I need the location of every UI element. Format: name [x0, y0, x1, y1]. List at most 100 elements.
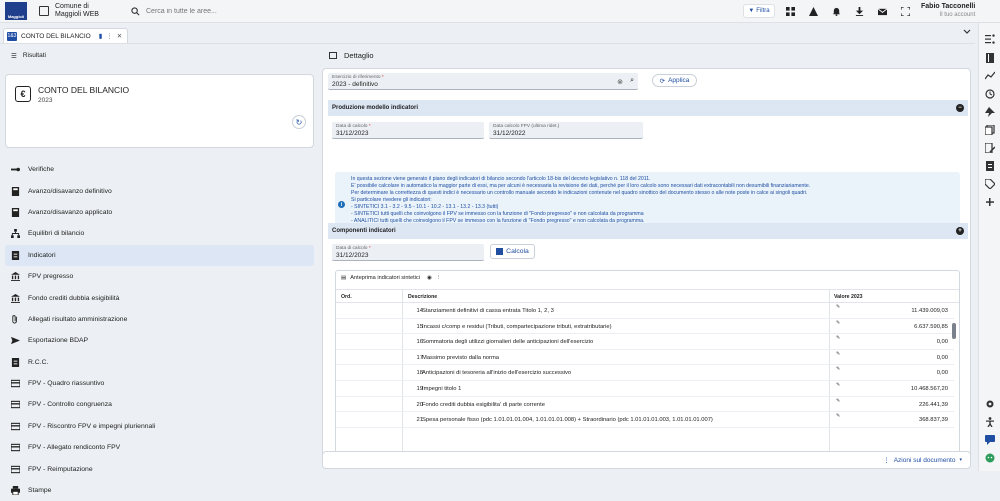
apps-grid-button[interactable]: [782, 4, 798, 18]
menu-item-label: Verifiche: [28, 166, 55, 174]
refresh-button[interactable]: ↻: [292, 115, 306, 129]
pencil-icon[interactable]: ✎: [836, 304, 840, 310]
edit-doc-icon[interactable]: [984, 142, 996, 154]
menu-item-13[interactable]: FPV - Allegato rendiconto FPV: [5, 437, 314, 458]
col-desc[interactable]: Descrizione: [408, 294, 437, 300]
book-icon[interactable]: [985, 53, 995, 63]
menu-item-3[interactable]: Equilibri di bilancio: [5, 223, 314, 244]
calculator-icon: [11, 207, 20, 217]
applica-label: Applica: [668, 77, 690, 84]
menu-item-15[interactable]: Stampe: [5, 480, 314, 501]
pencil-icon[interactable]: ✎: [836, 320, 840, 326]
row-desc: Spesa personale fisso (pdc 1.01.01.01.00…: [422, 417, 713, 424]
gear-icon[interactable]: [985, 399, 995, 409]
menu-item-label: Indicatori: [28, 251, 56, 259]
tags-icon[interactable]: [984, 178, 996, 190]
filter-button[interactable]: ▼ Filtra: [743, 4, 775, 18]
search-icon[interactable]: ⌕: [630, 77, 634, 85]
pencil-icon[interactable]: ✎: [836, 351, 840, 357]
section-produzione[interactable]: Produzione modello indicatori −: [328, 100, 968, 116]
mail-button[interactable]: [874, 4, 890, 18]
plus-icon[interactable]: [985, 197, 995, 207]
panel-icon[interactable]: [329, 52, 337, 59]
applica-button[interactable]: ⟳ Applica: [652, 74, 697, 87]
table-row[interactable]: 14 Stanziamenti definitivi di cassa entra…: [336, 303, 954, 319]
history-icon[interactable]: [985, 89, 995, 99]
collapse-icon[interactable]: +: [956, 227, 964, 235]
menu-item-11[interactable]: FPV - Controllo congruenza: [5, 394, 314, 415]
table-row[interactable]: 15 Incassi c/comp e residui (Tributi, com…: [336, 319, 954, 335]
trend-icon[interactable]: [984, 71, 996, 81]
fullscreen-button[interactable]: [897, 4, 913, 18]
menu-item-4[interactable]: Indicatori: [5, 244, 314, 266]
menu-item-9[interactable]: R.C.C.: [5, 352, 314, 373]
bookmark-icon[interactable]: ▮: [99, 32, 103, 40]
menu-item-label: FPV - Controllo congruenza: [28, 401, 112, 409]
col-ord[interactable]: Ord.: [341, 294, 352, 300]
close-icon[interactable]: ✕: [117, 32, 122, 40]
table-row[interactable]: 21 Spesa personale fisso (pdc 1.01.01.01.…: [336, 412, 954, 428]
download-button[interactable]: [851, 4, 867, 18]
table-row[interactable]: 17 Massimo previsto dalla norma ✎ 0,00: [336, 350, 954, 366]
pencil-icon[interactable]: ✎: [836, 335, 840, 341]
menu-item-7[interactable]: Allegati risultato amministrazione: [5, 309, 314, 330]
accessibility-icon[interactable]: [985, 417, 995, 428]
menu-item-12[interactable]: FPV - Riscontro FPV e impegni pluriennal…: [5, 416, 314, 437]
more-vertical-icon[interactable]: ⋮: [436, 275, 442, 281]
data-calcolo-field[interactable]: Data di calcolo * 31/12/2023: [332, 122, 484, 139]
menu-item-8[interactable]: Esportazione BDAP: [5, 330, 314, 351]
table-scrollbar[interactable]: [952, 323, 956, 339]
clear-icon[interactable]: ⊗: [617, 78, 623, 86]
notifications-button[interactable]: [828, 4, 844, 18]
list-icon[interactable]: ☰: [11, 52, 17, 60]
menu-item-10[interactable]: FPV - Quadro riassuntivo: [5, 373, 314, 394]
menu-item-14[interactable]: FPV - Reimputazione: [5, 458, 314, 479]
eye-icon[interactable]: ◉: [427, 275, 432, 281]
col-valore[interactable]: Valore 2023: [834, 294, 863, 300]
table-row[interactable]: 20 Fondo crediti dubbia esigibilita' di p…: [336, 397, 954, 413]
data-fpv-field[interactable]: Data calcolo FPV (ultima ridet.) 31/12/2…: [489, 122, 643, 139]
tab-bar: 1&3 CONTO DEL BILANCIO ▮ ⋮ ✕: [0, 23, 975, 44]
collapse-icon[interactable]: −: [956, 104, 964, 112]
search-input[interactable]: [146, 7, 446, 15]
chevron-down-icon[interactable]: [963, 29, 971, 37]
azioni-button[interactable]: ⋮ Azioni sul documento ▾: [883, 456, 962, 465]
table-row[interactable]: 19 Impegni titolo 1 ✎ 10.468.567,20: [336, 381, 954, 397]
file-icon[interactable]: [985, 161, 995, 171]
copy-icon[interactable]: [984, 124, 995, 136]
building-icon: [39, 6, 49, 16]
menu-item-0[interactable]: Verifiche: [5, 159, 314, 180]
pencil-icon[interactable]: ✎: [836, 382, 840, 388]
tab-conto-del-bilancio[interactable]: 1&3 CONTO DEL BILANCIO ▮ ⋮ ✕: [3, 28, 128, 43]
alerts-button[interactable]: [805, 4, 821, 18]
user-account[interactable]: Fabio Tacconelli Il tuo account: [921, 3, 975, 19]
menu-item-1[interactable]: Avanzo/disavanzo definitivo: [5, 180, 314, 201]
pin-icon[interactable]: [985, 107, 995, 117]
pencil-icon[interactable]: ✎: [836, 398, 840, 404]
global-search[interactable]: [131, 3, 731, 19]
maggioli-logo[interactable]: Maggioli: [5, 2, 27, 20]
table-row[interactable]: 16 Sommatoria degli utilizzi giornalieri …: [336, 334, 954, 350]
menu-item-label: FPV - Allegato rendiconto FPV: [28, 444, 121, 452]
pencil-icon[interactable]: ✎: [836, 366, 840, 372]
municipality-selector[interactable]: Comune di Maggioli WEB: [39, 3, 111, 19]
document-icon: [11, 250, 20, 260]
more-vertical-icon[interactable]: ⋮: [106, 32, 113, 40]
assistant-icon[interactable]: [985, 453, 995, 463]
row-desc: Impegni titolo 1: [422, 385, 462, 392]
list-settings-icon[interactable]: [985, 34, 995, 44]
table-row[interactable]: 18 Anticipazioni di tesoreria all'inizio …: [336, 365, 954, 381]
menu-item-5[interactable]: FPV pregresso: [5, 266, 314, 287]
document-year: 2023: [38, 97, 53, 104]
menu-item-6[interactable]: Fondo crediti dubbia esigibilità: [5, 287, 314, 308]
azioni-label: Azioni sul documento: [893, 456, 956, 464]
menu-item-2[interactable]: Avanzo/disavanzo applicato: [5, 202, 314, 223]
pencil-icon[interactable]: ✎: [836, 413, 840, 419]
chat-icon[interactable]: [985, 435, 995, 445]
calcola-button[interactable]: Calcola: [490, 244, 535, 259]
esercizio-field[interactable]: Esercizio di riferimento * 2023 - defini…: [328, 73, 638, 90]
info-line: Per determinare la correttezza di questi…: [351, 190, 808, 196]
data-calcolo2-field[interactable]: Data di calcolo * 31/12/2023: [332, 244, 484, 261]
section-componenti[interactable]: Componenti indicatori +: [328, 223, 968, 239]
row-desc: Stanziamenti definitivi di cassa entrata…: [422, 308, 554, 314]
